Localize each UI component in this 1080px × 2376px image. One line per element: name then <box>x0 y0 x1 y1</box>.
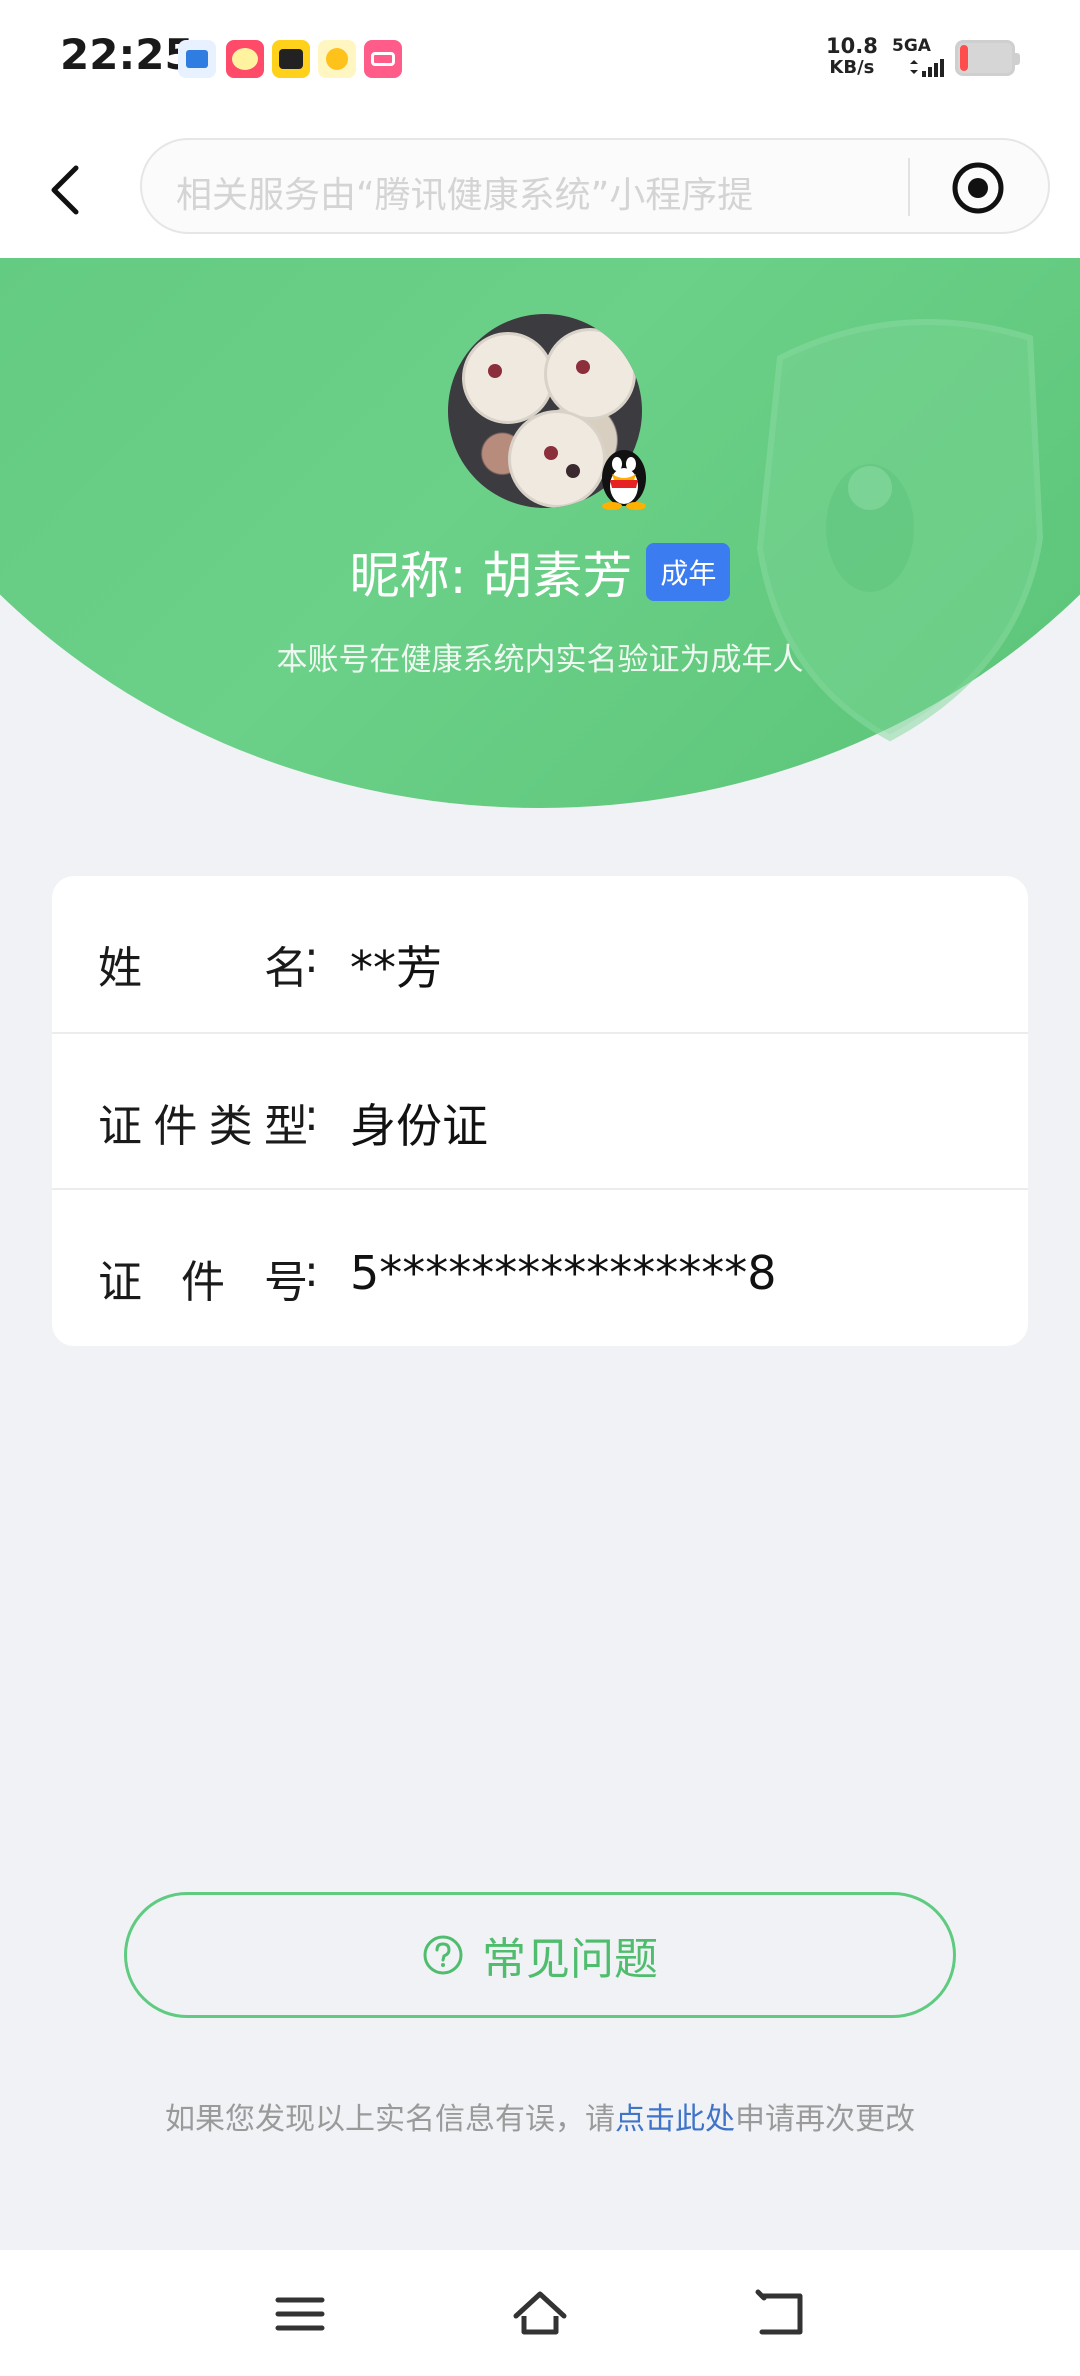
bilibili-notification-icon <box>364 40 402 78</box>
question-circle-icon <box>423 1935 463 1975</box>
label-char: 件 <box>153 1101 198 1152</box>
back-nav-icon[interactable] <box>752 2286 808 2342</box>
label-colon: : <box>304 932 319 983</box>
shopping-app-notification-icon <box>226 40 264 78</box>
network-speed: 10.8 KB/s <box>826 34 878 79</box>
correction-footnote: 如果您发现以上实名信息有误，请点击此处申请再次更改 <box>0 2094 1080 2138</box>
click-here-link[interactable]: 点击此处 <box>615 2102 735 2137</box>
info-label: 证 件 类 型 <box>98 1090 308 1154</box>
faq-button[interactable]: 常见问题 <box>124 1892 956 2018</box>
app-notification-icon <box>178 40 216 78</box>
adult-badge: 成年 <box>646 543 731 601</box>
profile-header: 昵称: 胡素芳 成年 本账号在健康系统内实名验证为成年人 <box>0 258 1080 818</box>
label-char: 号 <box>264 1257 308 1308</box>
video-app-notification-icon <box>272 40 310 78</box>
label-char: 证 <box>98 1257 142 1308</box>
info-value-id-type: 身份证 <box>350 1099 488 1153</box>
info-value-id-number: 5****************8 <box>350 1246 777 1300</box>
footnote-text-after: 申请再次更改 <box>735 2102 915 2137</box>
label-char: 件 <box>181 1257 225 1308</box>
service-search-bar[interactable]: 相关服务由“腾讯健康系统”小程序提 <box>140 138 1050 234</box>
info-label: 姓 名 <box>98 932 308 996</box>
nickname-row: 昵称: 胡素芳 成年 <box>0 536 1080 608</box>
info-row-id-number: 证 件 号 : 5****************8 <box>52 1188 1028 1346</box>
label-char: 证 <box>98 1101 142 1152</box>
identity-info-card: 姓 名 : **芳 证 件 类 型 : 身份证 证 件 号 : 5*******… <box>52 876 1028 1346</box>
back-arrow-icon[interactable] <box>40 160 96 220</box>
menu-icon[interactable] <box>272 2286 328 2342</box>
label-char: 姓 <box>98 943 142 994</box>
faq-button-content: 常见问题 <box>127 1895 953 2015</box>
qq-penguin-icon <box>602 450 646 510</box>
label-colon: : <box>304 1246 319 1297</box>
footnote-text-before: 如果您发现以上实名信息有误，请 <box>165 2102 615 2137</box>
nickname: 昵称: 胡素芳 <box>349 547 633 605</box>
label-char: 类 <box>208 1101 253 1152</box>
label-char: 名 <box>264 943 308 994</box>
divider <box>908 158 910 216</box>
miniprogram-target-icon[interactable] <box>950 160 1006 216</box>
system-nav-bar <box>0 2250 1080 2376</box>
shield-watermark-icon <box>756 319 1044 742</box>
network-speed-value: 10.8 <box>826 34 878 58</box>
battery-icon <box>955 40 1020 76</box>
status-time: 22:25 <box>60 30 194 79</box>
label-colon: : <box>304 1090 319 1141</box>
info-row-name: 姓 名 : **芳 <box>52 876 1028 1032</box>
home-icon[interactable] <box>512 2286 568 2342</box>
network-speed-unit: KB/s <box>829 57 875 78</box>
status-bar: 22:25 10.8 KB/s 5GA <box>0 0 1080 118</box>
faq-button-label: 常见问题 <box>482 1934 658 1985</box>
label-char: 型 <box>263 1101 308 1152</box>
search-placeholder: 相关服务由“腾讯健康系统”小程序提 <box>176 175 754 216</box>
nav-bar: 相关服务由“腾讯健康系统”小程序提 <box>0 118 1080 258</box>
info-value-name: **芳 <box>350 941 442 995</box>
info-row-id-type: 证 件 类 型 : 身份证 <box>52 1032 1028 1190</box>
info-label: 证 件 号 <box>98 1246 308 1310</box>
verification-subtitle: 本账号在健康系统内实名验证为成年人 <box>276 642 804 678</box>
media-app-notification-icon <box>318 40 356 78</box>
signal-icon <box>910 59 944 77</box>
network-type: 5GA <box>892 36 931 56</box>
